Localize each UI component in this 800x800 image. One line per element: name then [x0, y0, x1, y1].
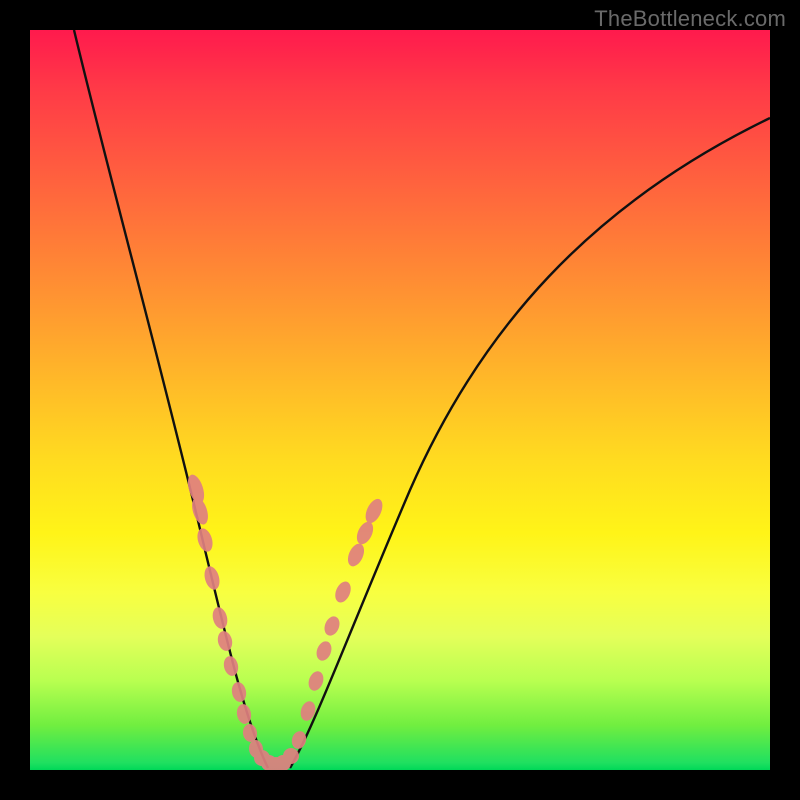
marker	[290, 729, 308, 750]
marker	[210, 606, 229, 631]
marker	[314, 639, 334, 663]
marker	[230, 681, 248, 703]
chart-svg	[30, 30, 770, 770]
marker	[283, 748, 299, 764]
watermark-text: TheBottleneck.com	[594, 6, 786, 32]
curve-left	[74, 30, 268, 768]
marker	[345, 541, 368, 569]
marker	[202, 565, 222, 592]
marker	[222, 655, 240, 678]
marker	[306, 669, 326, 693]
marker	[322, 614, 342, 638]
marker	[354, 519, 377, 547]
marker	[332, 579, 353, 605]
marker	[216, 630, 234, 653]
marker	[362, 496, 386, 525]
curve-right	[290, 118, 770, 768]
marker	[195, 526, 215, 553]
outer-frame: TheBottleneck.com	[0, 0, 800, 800]
